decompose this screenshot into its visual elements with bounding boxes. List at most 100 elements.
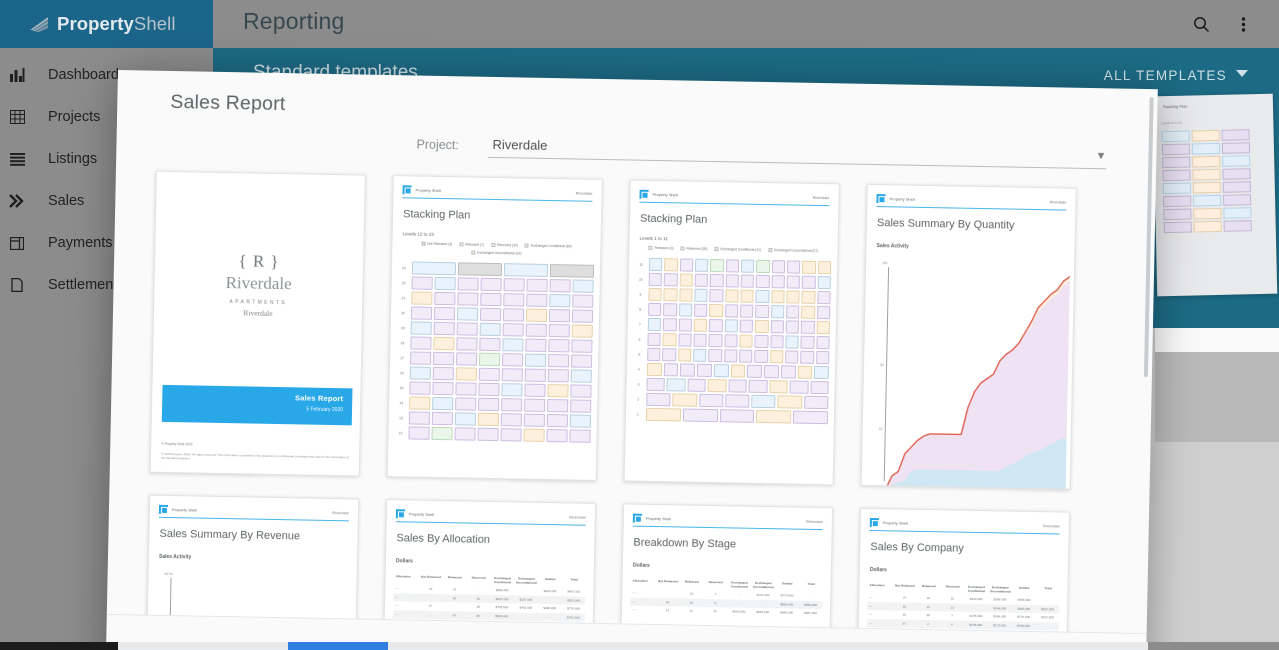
double-chevron-icon	[4, 194, 30, 208]
table-cell: 32	[893, 611, 916, 620]
table-header-cell: Exchanged Conditional	[491, 574, 514, 586]
stacking-row: 23	[398, 261, 594, 278]
table-cell: -	[799, 592, 822, 601]
report-logo-icon	[870, 518, 879, 527]
crest-project-name: Riverdale	[154, 272, 362, 296]
background-template-card[interactable]: Stacking Plan Levels 12 to 23	[1153, 94, 1278, 297]
stacking-grid: 23 22 21 20 19 18 17 16 15 14 13 12	[394, 261, 594, 443]
table-cell: 32	[941, 594, 964, 603]
legend-label: Exchanged Conditional (66)	[531, 244, 572, 249]
sidebar-item-label: Projects	[48, 109, 100, 125]
table-header-cell: Settled	[776, 579, 799, 591]
chevron-down-icon	[1236, 69, 1249, 82]
table-cell: 19	[443, 611, 466, 620]
table-header-cell: Allocation	[393, 572, 418, 584]
project-select[interactable]: Riverdale ▼	[488, 137, 1106, 169]
table-cell: 37	[893, 619, 916, 628]
report-title: Breakdown By Stage	[633, 537, 831, 553]
chart-ytick: $17m	[165, 572, 173, 576]
stacking-row: 3	[633, 378, 829, 395]
grid-table-icon	[4, 110, 30, 124]
stacking-row: 15	[395, 381, 591, 398]
table-cell: $107,000	[514, 595, 537, 604]
report-rule	[402, 197, 592, 202]
report-brand: Property Shell	[646, 516, 671, 521]
stacking-row: 2	[632, 393, 828, 410]
report-page-cover[interactable]: { R } Riverdale APARTMENTS Riverdale Sal…	[150, 171, 366, 477]
legend-label: Exchanged Unconditional (16)	[477, 251, 521, 256]
legend-swatch	[421, 242, 425, 246]
report-title: Stacking Plan	[640, 213, 838, 229]
top-bar: PropertyShell Reporting	[0, 0, 1279, 48]
legend-swatch	[491, 243, 495, 247]
stacking-row: 9	[634, 288, 830, 305]
report-template-grid: { R } Riverdale APARTMENTS Riverdale Sal…	[143, 171, 1121, 650]
report-page-quantity-chart[interactable]: Property Shell Riverdale Sales Summary B…	[861, 184, 1077, 490]
table-cell: $835,000	[775, 600, 798, 609]
table-cell: $463,000	[514, 604, 537, 613]
table-cell: 28	[466, 611, 489, 620]
table-header-cell: Released	[443, 573, 466, 585]
select-caret-icon: ▼	[1095, 151, 1106, 163]
table-header-cell: Allocation	[630, 577, 655, 589]
bottom-strip	[0, 642, 1279, 650]
table-header-cell: Not Released	[419, 573, 442, 585]
legend-swatch	[459, 242, 463, 246]
vertical-scrollbar[interactable]	[1144, 97, 1154, 377]
sidebar-item-label: Listings	[48, 151, 97, 167]
table-cell: $779,000	[775, 591, 798, 600]
overflow-menu-icon[interactable]	[1229, 10, 1257, 38]
table-header-cell: Released	[680, 577, 703, 589]
all-templates-dropdown[interactable]: ALL TEMPLATES	[1104, 68, 1249, 83]
cover-band: Sales Report 5 February 2020	[162, 385, 353, 426]
stacking-grid: 11 10 9 8 7 6 5 4 3 2 1	[632, 258, 831, 425]
cover-band-date: 5 February 2020	[162, 404, 343, 413]
report-page-stacking-lower[interactable]: Property Shell Riverdale Stacking Plan L…	[624, 179, 840, 485]
brand-name: PropertyShell	[57, 13, 176, 35]
stacking-row: 6	[633, 333, 829, 350]
background-panel-top	[1155, 328, 1279, 352]
table-header-cell: Exchanged Unconditional	[515, 574, 538, 586]
all-templates-label: ALL TEMPLATES	[1104, 68, 1227, 83]
sidebar-item-label: Payments	[48, 235, 112, 251]
modal-surface: Sales Report Project: Riverdale ▼ { R } …	[106, 70, 1158, 650]
search-icon[interactable]	[1187, 10, 1215, 38]
report-brand: Property Shell	[416, 188, 441, 193]
project-crest: { R } Riverdale APARTMENTS Riverdale	[154, 250, 363, 320]
table-header-cell: Reserved	[704, 578, 727, 590]
table-cell: -	[515, 586, 538, 595]
report-project: Riverdale	[1050, 199, 1067, 204]
stacking-row: 13	[395, 411, 591, 428]
chart-ytick: 25	[879, 427, 883, 431]
report-project: Riverdale	[1043, 523, 1060, 528]
table-cell: -	[538, 613, 561, 622]
stacking-row: 1	[632, 408, 828, 425]
report-page-stacking-upper[interactable]: Property Shell Riverdale Stacking Plan L…	[387, 175, 603, 481]
table-cell: 11	[656, 606, 679, 615]
table-cell: $173,000	[988, 621, 1011, 630]
table-cell: -	[965, 603, 988, 612]
stacking-row: 8	[634, 303, 830, 320]
table-cell: -	[443, 602, 466, 611]
legend-swatch	[680, 246, 684, 250]
table-header-cell: Not Released	[656, 577, 679, 589]
report-project: Riverdale	[332, 510, 349, 515]
wallet-card-icon	[4, 237, 30, 250]
report-rule	[639, 202, 829, 207]
brand-logo[interactable]: PropertyShell	[0, 0, 213, 48]
table-caption: Dollars	[633, 563, 831, 573]
table-cell: 32	[893, 602, 916, 611]
property-shell-logo-icon	[28, 15, 50, 33]
modal-title: Sales Report	[170, 91, 286, 116]
table-cell: $503,000	[727, 608, 750, 617]
sidebar-item-label: Sales	[48, 193, 84, 209]
stacking-legend: Not Released (3) Released (7) Reserved (…	[402, 241, 590, 256]
table-header-cell: Settled	[1013, 584, 1036, 596]
table-cell: 21	[680, 598, 703, 607]
crest-project-type: APARTMENTS	[154, 298, 362, 308]
table-cell: 0	[704, 599, 727, 608]
crest-project-sub: Riverdale	[154, 307, 362, 320]
report-title: Stacking Plan	[403, 208, 601, 224]
cover-footer-line2: © 2020 Property Shell. All rights reserv…	[161, 451, 351, 463]
stacking-row: 5	[633, 348, 829, 365]
